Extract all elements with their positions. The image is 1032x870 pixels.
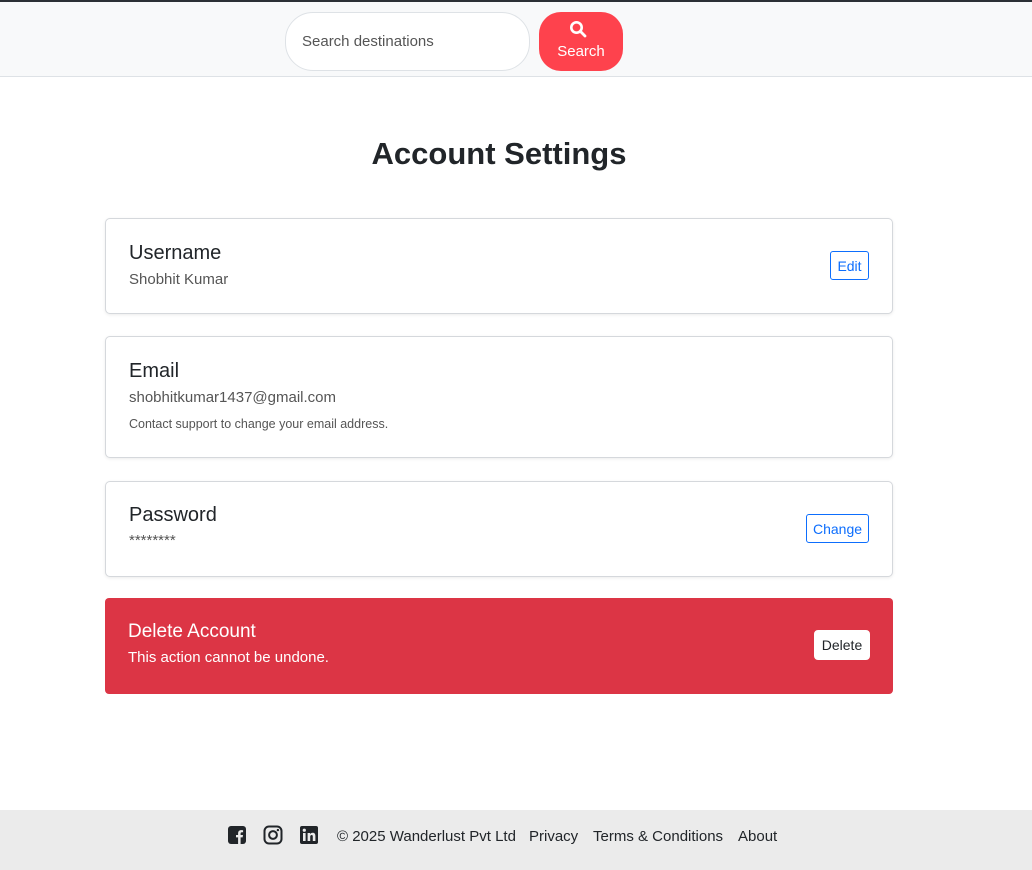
password-value: ********: [129, 532, 176, 549]
facebook-icon[interactable]: [227, 825, 247, 845]
delete-account-card: Delete Account This action cannot be und…: [105, 598, 893, 694]
instagram-icon[interactable]: [263, 825, 283, 845]
search-icon: [570, 21, 587, 38]
email-note: Contact support to change your email add…: [129, 417, 389, 431]
footer: © 2025 Wanderlust Pvt Ltd Privacy Terms …: [0, 810, 1032, 870]
change-password-button[interactable]: Change: [806, 514, 869, 543]
email-card: Email shobhitkumar1437@gmail.com Contact…: [105, 336, 893, 458]
footer-link-terms[interactable]: Terms & Conditions: [593, 828, 723, 845]
page-title: Account Settings: [371, 136, 627, 171]
email-title: Email: [129, 360, 180, 382]
footer-copyright: © 2025 Wanderlust Pvt Ltd: [337, 828, 516, 845]
username-value: Shobhit Kumar: [129, 271, 229, 288]
delete-account-note: This action cannot be undone.: [128, 649, 329, 666]
password-card: Password ******** Change: [105, 481, 893, 577]
linkedin-icon[interactable]: [299, 825, 319, 845]
search-input[interactable]: [285, 12, 530, 71]
email-value: shobhitkumar1437@gmail.com: [129, 389, 336, 406]
top-navbar: Search: [0, 0, 1032, 77]
delete-account-title: Delete Account: [128, 621, 256, 642]
footer-link-about[interactable]: About: [738, 828, 777, 845]
username-title: Username: [129, 242, 222, 264]
password-title: Password: [129, 504, 217, 526]
username-card: Username Shobhit Kumar Edit: [105, 218, 893, 314]
footer-link-privacy[interactable]: Privacy: [529, 828, 578, 845]
delete-account-button[interactable]: Delete: [814, 630, 870, 660]
search-button-label: Search: [557, 43, 605, 60]
edit-username-button[interactable]: Edit: [830, 251, 869, 280]
search-button[interactable]: Search: [539, 12, 623, 71]
